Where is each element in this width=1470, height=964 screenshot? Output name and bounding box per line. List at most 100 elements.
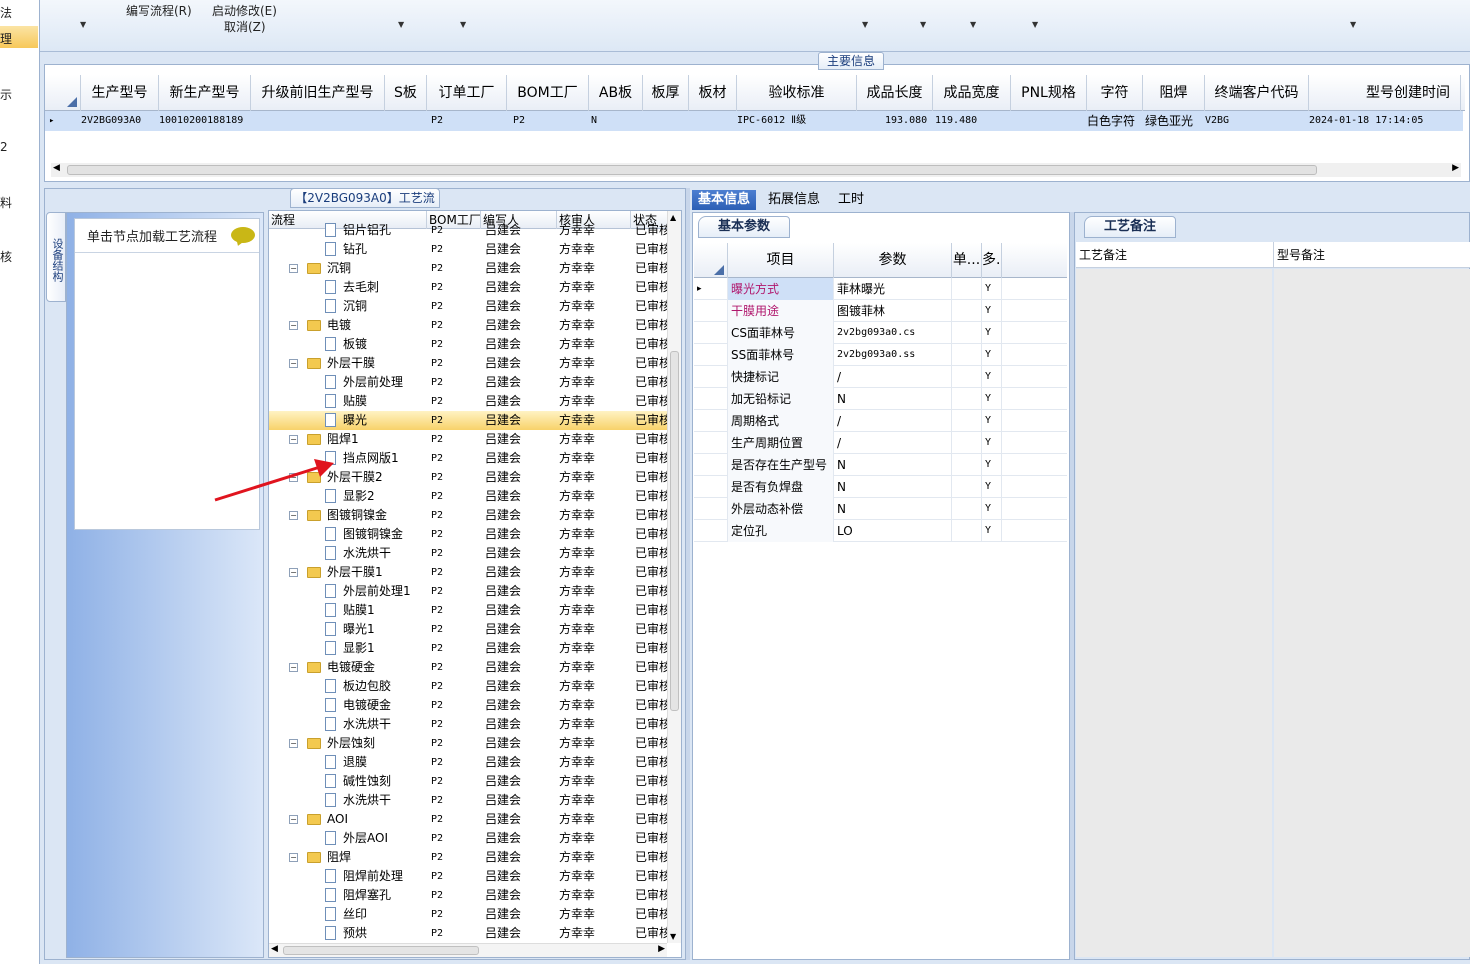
model-remark-field[interactable] xyxy=(1274,269,1470,957)
collapse-icon[interactable]: − xyxy=(289,663,298,672)
params-col-header[interactable]: 参数 xyxy=(834,243,952,278)
params-col-header[interactable]: 项目 xyxy=(728,243,834,278)
cell[interactable]: P2 xyxy=(431,111,471,131)
tree-row[interactable]: − 阻焊1 P2 吕建会 方幸幸 已审核 xyxy=(269,430,667,449)
tree-row[interactable]: − AOI P2 吕建会 方幸幸 已审核 xyxy=(269,810,667,829)
cell[interactable]: P2 xyxy=(513,111,553,131)
col-header[interactable]: 生产型号 xyxy=(81,75,159,111)
chevron-down-icon[interactable]: ▼ xyxy=(1032,20,1038,29)
horizontal-scrollbar[interactable]: ◀ ▶ xyxy=(51,163,1461,177)
tab-work-hours[interactable]: 工时 xyxy=(832,190,870,210)
collapse-icon[interactable]: − xyxy=(289,511,298,520)
col-header[interactable]: 板材 xyxy=(689,75,737,111)
tree-row[interactable]: 板镀 P2 吕建会 方幸幸 已审核 xyxy=(269,335,667,354)
cell[interactable]: 绿色亚光 xyxy=(1145,111,1205,131)
params-row[interactable]: SS面菲林号 2v2bg093a0.ss Y xyxy=(694,344,1067,366)
tab-extended-info[interactable]: 拓展信息 xyxy=(762,190,826,210)
tree-row[interactable]: 外层AOI P2 吕建会 方幸幸 已审核 xyxy=(269,829,667,848)
param-value[interactable]: N xyxy=(834,476,952,498)
chevron-down-icon[interactable]: ▼ xyxy=(460,20,466,29)
col-header[interactable]: BOM工厂 xyxy=(507,75,589,111)
scroll-thumb[interactable] xyxy=(283,946,479,955)
param-value[interactable]: / xyxy=(834,366,952,388)
side-tab-structure[interactable]: 设备结构 xyxy=(46,212,66,302)
tree-row[interactable]: − 沉铜 P2 吕建会 方幸幸 已审核 xyxy=(269,259,667,278)
col-header[interactable]: 成品宽度 xyxy=(933,75,1011,111)
horizontal-scrollbar[interactable]: ◀ ▶ xyxy=(269,943,667,957)
cell[interactable]: 2V2BG093A0 xyxy=(81,111,159,131)
cell[interactable]: 白色字符 xyxy=(1087,111,1151,131)
chevron-down-icon[interactable]: ▼ xyxy=(80,20,86,29)
param-value[interactable]: / xyxy=(834,410,952,432)
left-nav-item[interactable]: 核 xyxy=(0,248,12,265)
params-row[interactable]: 是否存在生产型号 N Y xyxy=(694,454,1067,476)
scroll-up-icon[interactable]: ▲ xyxy=(670,213,676,222)
cell[interactable]: V2BG xyxy=(1205,111,1265,131)
params-row[interactable]: 加无铅标记 N Y xyxy=(694,388,1067,410)
left-nav-item[interactable]: 示 xyxy=(0,86,12,103)
param-value[interactable]: 菲林曝光 xyxy=(834,278,952,300)
tree-row[interactable]: 铝片铝孔 P2 吕建会 方幸幸 已审核 xyxy=(269,221,667,240)
col-header[interactable]: 终端客户代码 xyxy=(1205,75,1309,111)
scroll-left-icon[interactable]: ◀ xyxy=(53,163,60,173)
param-value[interactable]: N xyxy=(834,498,952,520)
scroll-right-icon[interactable]: ▶ xyxy=(1452,163,1459,173)
tree-row[interactable]: − 外层干膜1 P2 吕建会 方幸幸 已审核 xyxy=(269,563,667,582)
params-row[interactable]: 外层动态补偿 N Y xyxy=(694,498,1067,520)
tree-row[interactable]: 阻焊塞孔 P2 吕建会 方幸幸 已审核 xyxy=(269,886,667,905)
col-header[interactable]: 新生产型号 xyxy=(159,75,251,111)
tree-row[interactable]: 外层前处理1 P2 吕建会 方幸幸 已审核 xyxy=(269,582,667,601)
flow-tab[interactable]: 【2V2BG093A0】工艺流程 xyxy=(290,188,440,223)
params-row[interactable]: 快捷标记 / Y xyxy=(694,366,1067,388)
collapse-icon[interactable]: − xyxy=(289,568,298,577)
tree-row[interactable]: 阻焊前处理 P2 吕建会 方幸幸 已审核 xyxy=(269,867,667,886)
param-value[interactable]: N xyxy=(834,454,952,476)
tree-row[interactable]: 电镀硬金 P2 吕建会 方幸幸 已审核 xyxy=(269,696,667,715)
cell[interactable]: IPC-6012 Ⅱ级 xyxy=(737,111,855,131)
param-value[interactable]: 图镀菲林 xyxy=(834,300,952,322)
col-header[interactable]: 验收标准 xyxy=(737,75,857,111)
tree-row[interactable]: 预烘 P2 吕建会 方幸幸 已审核 xyxy=(269,924,667,943)
main-info-tab[interactable]: 主要信息 xyxy=(818,52,884,70)
left-nav-item[interactable]: 法 xyxy=(0,4,12,21)
params-row[interactable]: 定位孔 LO Y xyxy=(694,520,1067,542)
col-header[interactable]: 阻焊 xyxy=(1143,75,1205,111)
col-header[interactable]: 字符 xyxy=(1087,75,1143,111)
params-col-header[interactable]: 多... xyxy=(982,243,1002,278)
tree-row[interactable]: 水洗烘干 P2 吕建会 方幸幸 已审核 xyxy=(269,544,667,563)
tree-row[interactable]: − 外层蚀刻 P2 吕建会 方幸幸 已审核 xyxy=(269,734,667,753)
params-row[interactable]: 干膜用途 图镀菲林 Y xyxy=(694,300,1067,322)
tree-row[interactable]: − 电镀 P2 吕建会 方幸幸 已审核 xyxy=(269,316,667,335)
col-header[interactable]: S板 xyxy=(385,75,427,111)
chevron-down-icon[interactable]: ▼ xyxy=(970,20,976,29)
cell[interactable]: 119.480 xyxy=(933,111,1011,131)
param-value[interactable]: 2v2bg093a0.ss xyxy=(834,344,952,366)
remarks-tab[interactable]: 工艺备注 xyxy=(1084,216,1176,238)
param-value[interactable]: N xyxy=(834,388,952,410)
col-header[interactable]: PNL规格 xyxy=(1011,75,1087,111)
cell[interactable]: 193.080 xyxy=(885,111,933,131)
tree-row[interactable]: 外层前处理 P2 吕建会 方幸幸 已审核 xyxy=(269,373,667,392)
col-header[interactable]: 型号创建时间 xyxy=(1309,75,1461,111)
chevron-down-icon[interactable]: ▼ xyxy=(862,20,868,29)
chevron-down-icon[interactable]: ▼ xyxy=(1350,20,1356,29)
tree-row[interactable]: 去毛刺 P2 吕建会 方幸幸 已审核 xyxy=(269,278,667,297)
col-header[interactable]: 板厚 xyxy=(643,75,689,111)
chevron-down-icon[interactable]: ▼ xyxy=(398,20,404,29)
cell[interactable]: N xyxy=(591,111,621,131)
params-row[interactable]: ▸ 曝光方式 菲林曝光 Y xyxy=(694,278,1067,300)
scroll-right-icon[interactable]: ▶ xyxy=(658,944,665,954)
collapse-icon[interactable]: − xyxy=(289,815,298,824)
collapse-icon[interactable]: − xyxy=(289,739,298,748)
param-value[interactable]: LO xyxy=(834,520,952,542)
cell[interactable]: 2024-01-18 17:14:05 xyxy=(1309,111,1459,131)
collapse-icon[interactable]: − xyxy=(289,321,298,330)
tree-row[interactable]: 钻孔 P2 吕建会 方幸幸 已审核 xyxy=(269,240,667,259)
scroll-thumb[interactable] xyxy=(670,351,679,711)
edit-flow-button[interactable]: 编写流程(R) xyxy=(126,2,192,19)
tree-row[interactable]: 贴膜 P2 吕建会 方幸幸 已审核 xyxy=(269,392,667,411)
scroll-left-icon[interactable]: ◀ xyxy=(271,944,278,954)
tree-row[interactable]: 曝光1 P2 吕建会 方幸幸 已审核 xyxy=(269,620,667,639)
params-row[interactable]: 是否有负焊盘 N Y xyxy=(694,476,1067,498)
tree-row[interactable]: − 外层干膜 P2 吕建会 方幸幸 已审核 xyxy=(269,354,667,373)
